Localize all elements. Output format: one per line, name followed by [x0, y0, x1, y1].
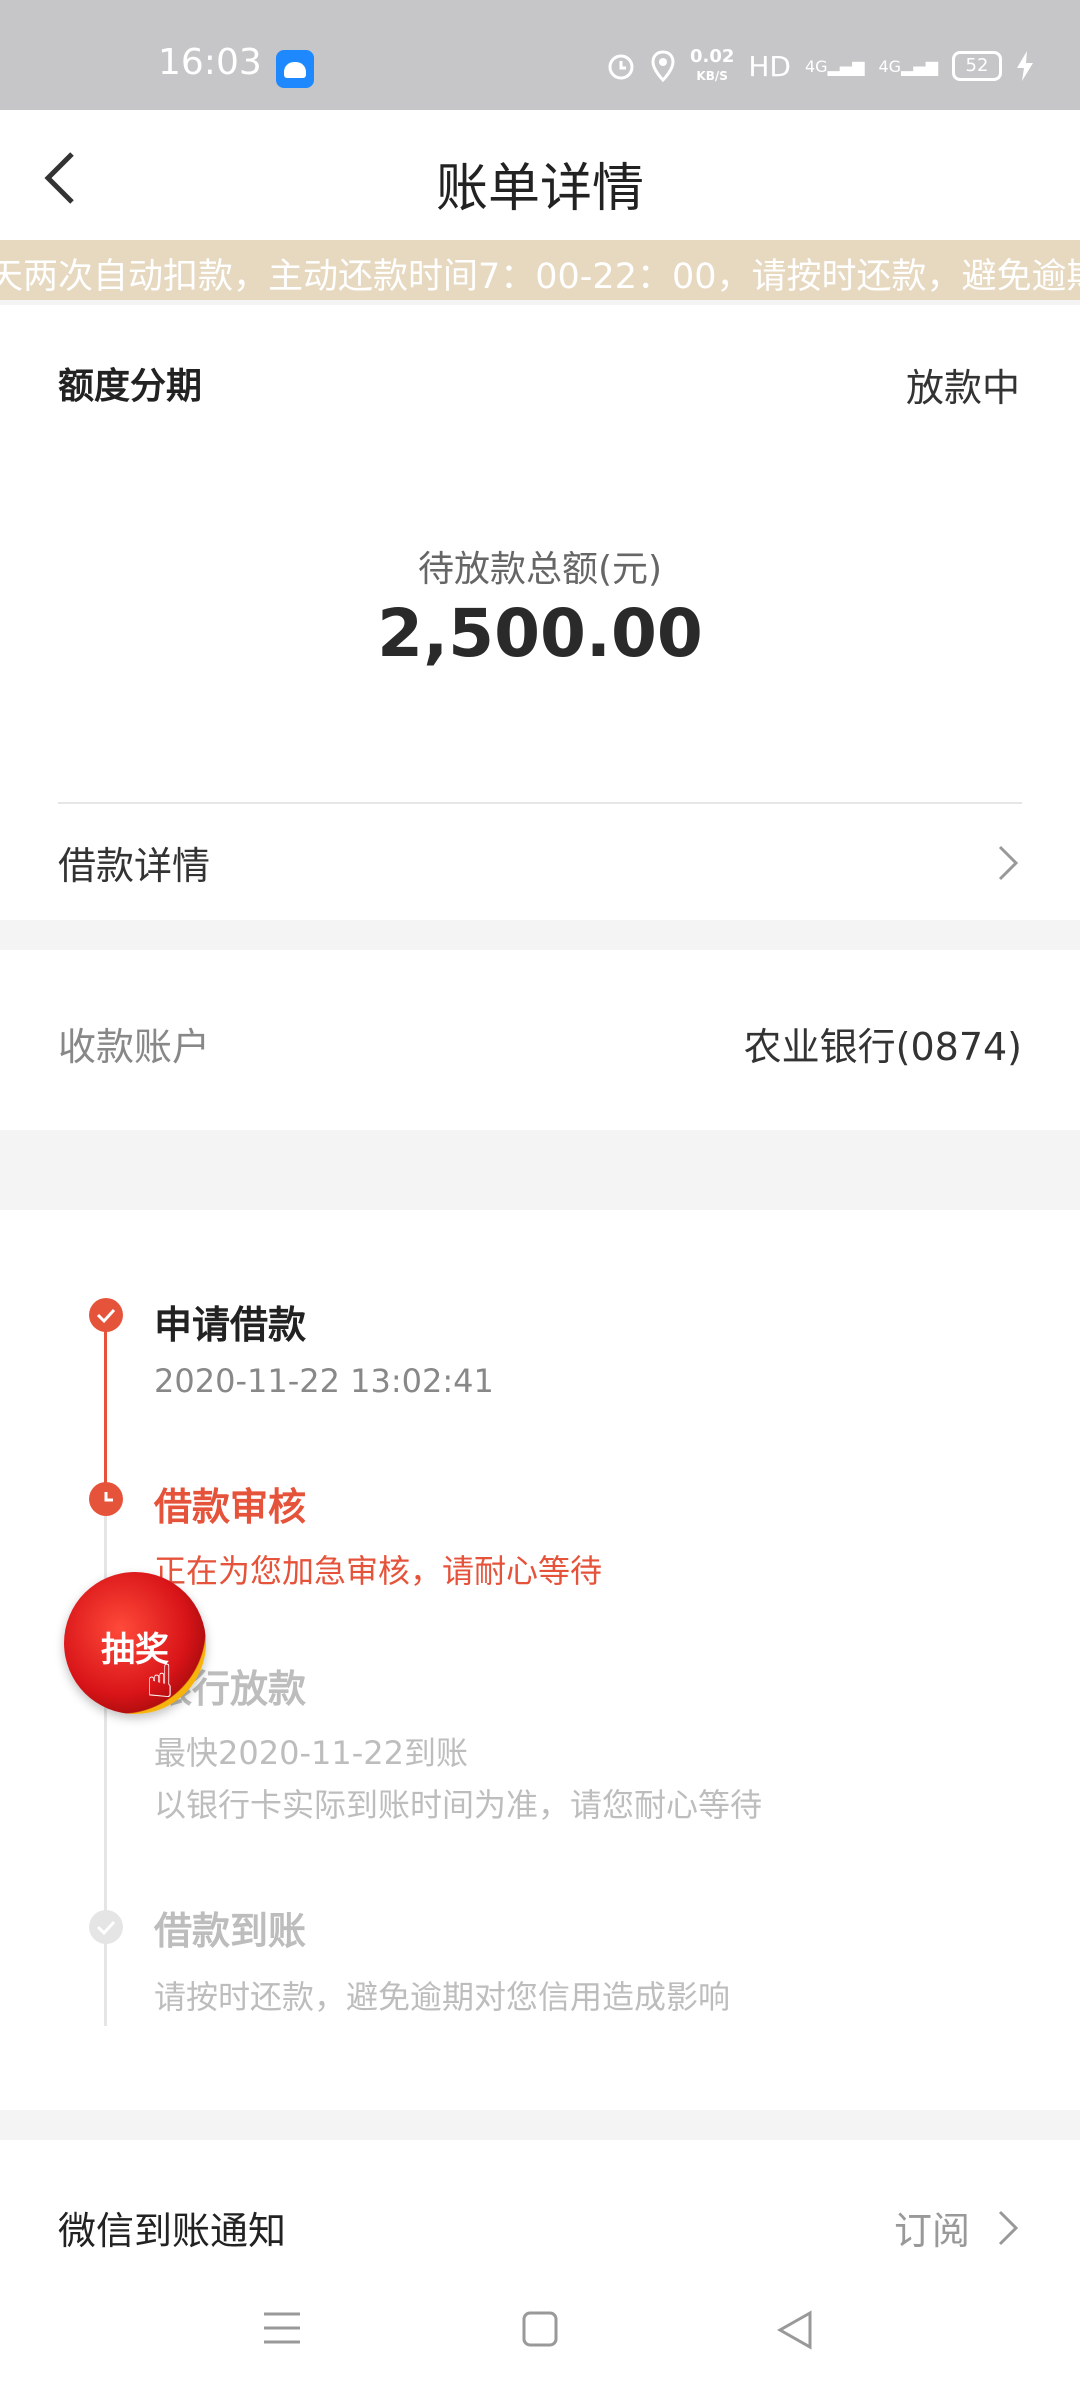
- home-icon[interactable]: [521, 2310, 559, 2348]
- step-subtitle-pending: 请按时还款，避免逾期对您信用造成影响: [154, 1978, 731, 2016]
- account-label: 收款账户: [58, 1025, 211, 1069]
- network-speed: 0.02 KB/S: [689, 45, 735, 83]
- status-text: 放款中: [905, 366, 1020, 410]
- status-icons: 0.02 KB/S HD 4G▂▄▆ 4G▂▄▆ 52: [606, 46, 1034, 86]
- status-time: 16:03: [158, 42, 262, 83]
- status-bar: 16:03 0.02 KB/S HD 4G▂▄▆ 4G▂▄▆ 52: [0, 0, 1080, 110]
- receiving-account-card: 收款账户 农业银行(0874): [0, 950, 1080, 1130]
- menu-icon[interactable]: [262, 2310, 302, 2346]
- back-icon[interactable]: [776, 2310, 814, 2350]
- step-subtitle-pending: 最快2020-11-22到账: [154, 1734, 468, 1772]
- chevron-right-icon: [998, 845, 1019, 881]
- loan-detail-label: 借款详情: [58, 844, 211, 888]
- signal-icon: 4G▂▄▆: [805, 56, 865, 76]
- wechat-notify-label: 微信到账通知: [58, 2209, 287, 2253]
- check-icon-pending: [89, 1910, 123, 1944]
- check-icon: [89, 1298, 123, 1332]
- step-title-pending: 借款到账: [154, 1909, 307, 1953]
- subscribe-link[interactable]: 订阅: [894, 2200, 970, 2255]
- lottery-label: 抽奖: [101, 1630, 169, 1670]
- hd-indicator: HD: [748, 49, 791, 83]
- chevron-right-icon: [998, 2210, 1019, 2246]
- account-value: 农业银行(0874): [743, 1025, 1022, 1069]
- step-subtitle-active: 正在为您加急审核，请耐心等待: [154, 1552, 603, 1590]
- notice-text: 天两次自动扣款，主动还款时间7：00-22：00，请按时还款，避免逾期: [0, 257, 1080, 297]
- bill-summary-card: 额度分期 放款中 待放款总额(元) 2,500.00 借款详情: [0, 305, 1080, 920]
- signal-icon-2: 4G▂▄▆: [878, 56, 939, 76]
- system-nav-bar: [0, 2260, 1080, 2400]
- android-app-icon: [276, 50, 314, 88]
- location-icon: [651, 50, 675, 82]
- page-title: 账单详情: [435, 159, 644, 219]
- amount-caption: 待放款总额(元): [417, 549, 663, 590]
- step-subtitle: 2020-11-22 13:02:41: [154, 1362, 494, 1400]
- step-subtitle-pending-2: 以银行卡实际到账时间为准，请您耐心等待: [154, 1786, 763, 1824]
- step-title: 申请借款: [154, 1303, 307, 1347]
- loan-detail-row[interactable]: 借款详情: [0, 805, 1080, 920]
- clock-icon: [89, 1482, 123, 1516]
- divider: [58, 802, 1022, 804]
- pending-amount: 2,500.00: [377, 595, 703, 672]
- nav-header: 账单详情: [0, 110, 1080, 240]
- lottery-button[interactable]: 抽奖 ☝: [64, 1572, 206, 1714]
- hand-pointer-icon: ☝: [146, 1654, 175, 1708]
- timeline-line-done: [104, 1316, 107, 1506]
- notice-marquee: 天两次自动扣款，主动还款时间7：00-22：00，请按时还款，避免逾期: [0, 240, 1080, 300]
- alarm-icon: [608, 54, 634, 80]
- battery-icon: 52: [952, 51, 1002, 81]
- product-name: 额度分期: [58, 366, 203, 407]
- step-title-active: 借款审核: [154, 1485, 307, 1529]
- charging-icon: [1017, 51, 1033, 81]
